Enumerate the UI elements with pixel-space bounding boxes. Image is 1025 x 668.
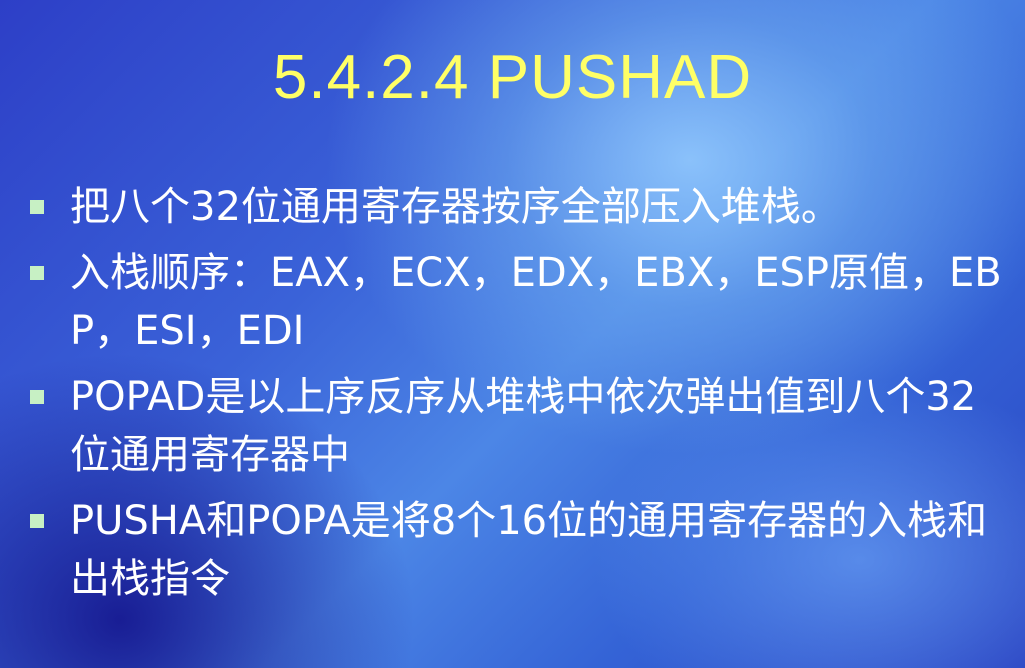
square-bullet-icon: [30, 514, 44, 528]
square-bullet-icon: [30, 390, 44, 404]
bullet-text: PUSHA和POPA是将8个16位的通用寄存器的入栈和出栈指令: [70, 498, 988, 602]
square-bullet-icon: [30, 266, 44, 280]
bullet-item: 入栈顺序：EAX，ECX，EDX，EBX，ESP原值，EBP，ESI，EDI: [26, 244, 1011, 360]
bullet-text: 入栈顺序：EAX，ECX，EDX，EBX，ESP原值，EBP，ESI，EDI: [70, 250, 1002, 354]
bullet-item: 把八个32位通用寄存器按序全部压入堆栈。: [26, 178, 1011, 236]
bullet-text: 把八个32位通用寄存器按序全部压入堆栈。: [70, 184, 841, 230]
bullet-text: POPAD是以上序反序从堆栈中依次弹出值到八个32位通用寄存器中: [70, 374, 977, 478]
bullet-list: 把八个32位通用寄存器按序全部压入堆栈。 入栈顺序：EAX，ECX，EDX，EB…: [26, 178, 1011, 616]
slide-title: 5.4.2.4 PUSHAD: [272, 43, 753, 112]
slide: 5.4.2.4 PUSHAD 把八个32位通用寄存器按序全部压入堆栈。 入栈顺序…: [0, 0, 1025, 668]
bullet-item: PUSHA和POPA是将8个16位的通用寄存器的入栈和出栈指令: [26, 492, 1011, 608]
bullet-item: POPAD是以上序反序从堆栈中依次弹出值到八个32位通用寄存器中: [26, 368, 1011, 484]
square-bullet-icon: [30, 200, 44, 214]
